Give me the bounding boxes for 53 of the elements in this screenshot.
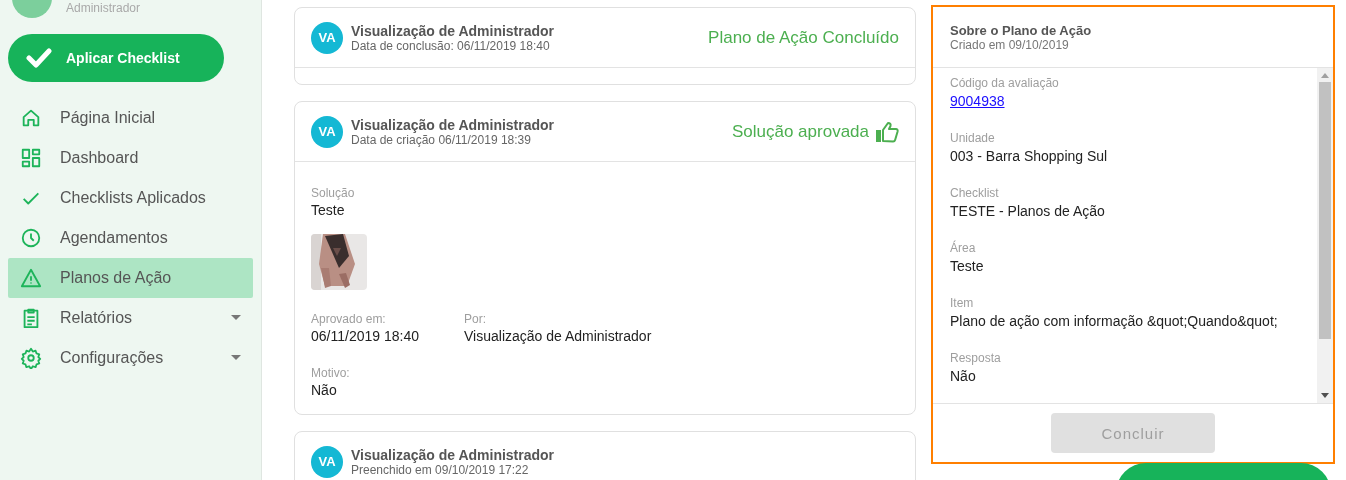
- status-label: Plano de Ação Concluído: [708, 27, 899, 48]
- field-label: Solução: [311, 186, 356, 200]
- nav-item[interactable]: Checklists Aplicados: [8, 178, 253, 218]
- entry-date: Data de conclusão: 06/11/2019 18:40: [351, 38, 551, 53]
- check-icon: [26, 47, 52, 69]
- field-value: Não: [950, 368, 977, 384]
- field-label: Unidade: [950, 131, 996, 145]
- nav-item[interactable]: Configurações: [8, 338, 253, 378]
- field-value: Teste: [311, 202, 346, 218]
- panel-subtitle: Criado em 09/10/2019: [950, 37, 1069, 52]
- user-avatar: VA: [311, 445, 343, 478]
- warning-icon: [20, 267, 42, 289]
- author-name: Visualização de Administrador: [351, 22, 556, 39]
- field-value: Plano de ação com informação &quot;Quando&quot;: [950, 313, 1279, 329]
- field-label: Item: [950, 296, 975, 310]
- field-value: 06/11/2019 18:40: [311, 328, 420, 344]
- author-name: Visualização de Administrador: [351, 116, 556, 133]
- status-label: Solução aprovada: [731, 120, 899, 143]
- nav-item[interactable]: Dashboard: [8, 138, 253, 178]
- user-avatar: VA: [311, 21, 343, 54]
- field-label: Checklist: [950, 186, 1000, 200]
- field-label: Aprovado em:: [311, 312, 387, 326]
- field-label: Código da avaliação: [950, 76, 1060, 90]
- thumbs-up-icon: [875, 120, 899, 143]
- nav-item[interactable]: Página Inicial: [8, 98, 253, 138]
- dashboard-icon: [20, 147, 42, 169]
- field-value: Não: [311, 382, 338, 398]
- scrollbar[interactable]: [1317, 68, 1333, 403]
- user-role: Administrador: [66, 1, 141, 15]
- scroll-down-icon[interactable]: [1321, 393, 1329, 398]
- caret-icon: [231, 315, 241, 321]
- field-value: 003 - Barra Shopping Sul: [950, 148, 1109, 164]
- entry-date: Data de criação 06/11/2019 18:39: [351, 132, 532, 147]
- entry-date: Preenchido em 09/10/2019 17:22: [351, 462, 530, 477]
- nav-item[interactable]: Relatórios: [8, 298, 253, 338]
- nav-item[interactable]: Agendamentos: [8, 218, 253, 258]
- field-label: Por:: [464, 312, 487, 326]
- field-label: Resposta: [950, 351, 1002, 365]
- author-name: Visualização de Administrador: [351, 446, 556, 463]
- user-avatar: VA: [311, 115, 343, 148]
- nav-item[interactable]: Planos de Ação: [8, 258, 253, 298]
- field-label: Motivo:: [311, 366, 351, 380]
- caret-icon: [231, 355, 241, 361]
- clock-icon: [20, 227, 42, 249]
- evaluation-link[interactable]: 9004938: [950, 93, 1300, 109]
- field-value: Visualização de Administrador: [464, 328, 652, 344]
- settings-icon: [20, 347, 42, 369]
- scroll-up-icon[interactable]: [1321, 73, 1329, 78]
- panel-title: Sobre o Plano de Ação: [950, 22, 1093, 38]
- field-label: Área: [950, 241, 977, 255]
- home-icon: [20, 107, 42, 129]
- field-value: Teste: [950, 258, 985, 274]
- field-value: TESTE - Planos de Ação: [950, 203, 1106, 219]
